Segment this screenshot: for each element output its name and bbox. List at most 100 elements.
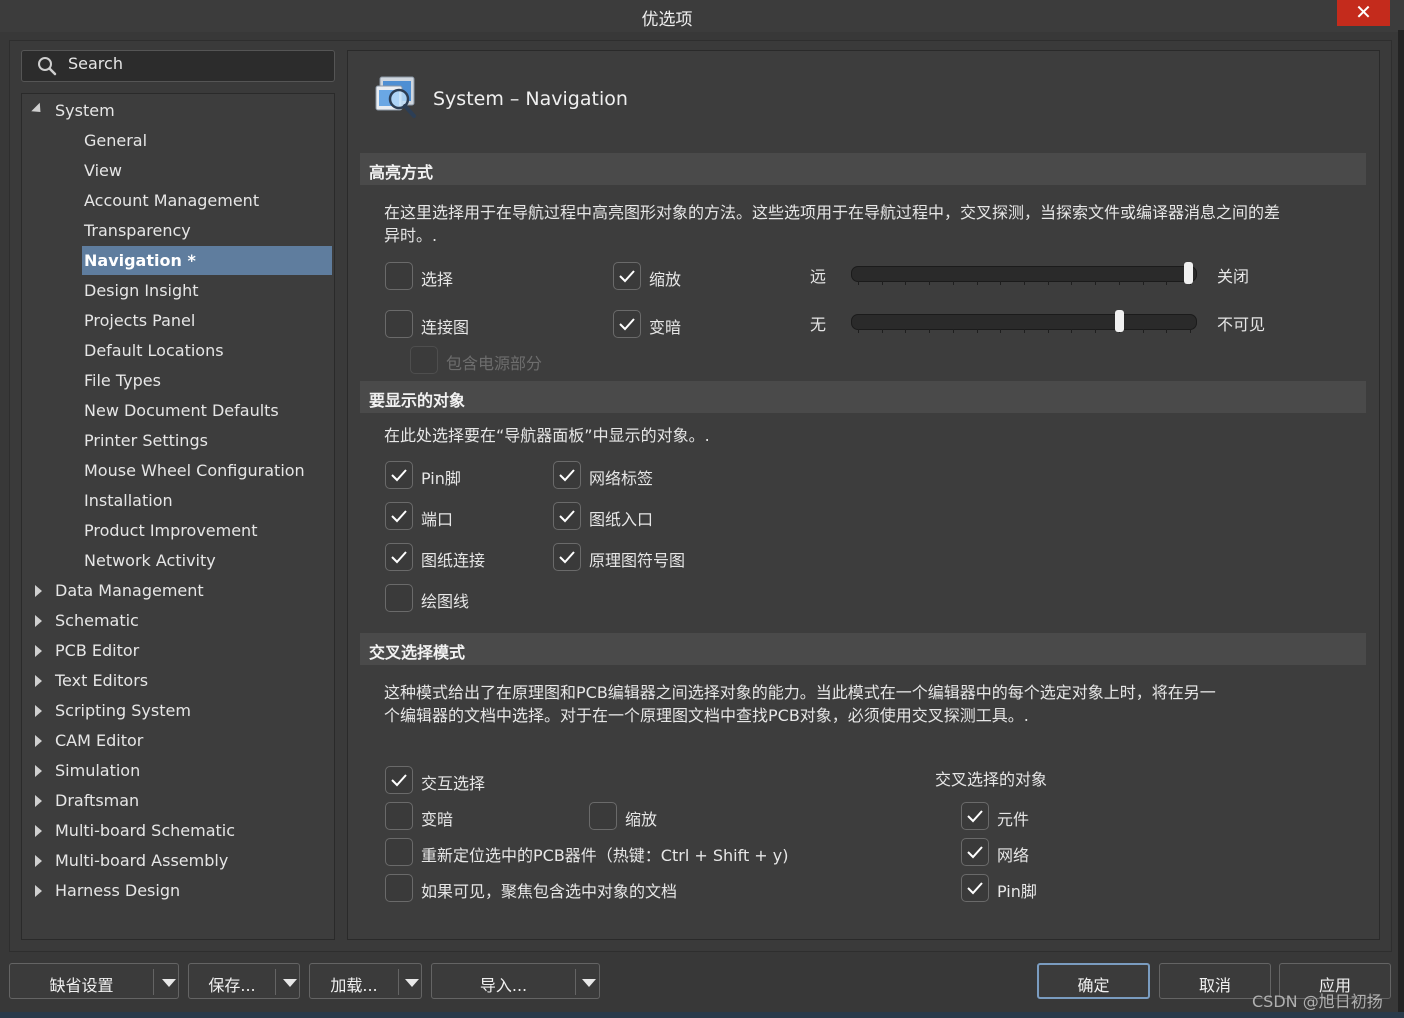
slider-tick — [976, 329, 978, 333]
tree-item-navigation[interactable]: Navigation * — [84, 250, 196, 272]
tree-item-draftsman[interactable]: Draftsman — [55, 790, 139, 812]
section-highlight-header: 高亮方式 — [360, 153, 1366, 185]
drawing-line-checkbox[interactable] — [385, 584, 413, 612]
cross-dim-checkbox[interactable] — [385, 802, 413, 830]
tree-item-printer-settings[interactable]: Printer Settings — [84, 430, 208, 452]
tree-item-account-management[interactable]: Account Management — [84, 190, 259, 212]
port-checkbox[interactable] — [385, 502, 413, 530]
tree-item-product-improvement[interactable]: Product Improvement — [84, 520, 257, 542]
objects-description: 在此处选择要在“导航器面板”中显示的对象。. — [384, 426, 710, 445]
focus-document-checkbox[interactable] — [385, 874, 413, 902]
tree-item-scripting-system[interactable]: Scripting System — [55, 700, 191, 722]
import-button[interactable]: 导入... — [431, 963, 600, 999]
tree-item-new-document-defaults[interactable]: New Document Defaults — [84, 400, 279, 422]
expand-arrow-icon[interactable] — [35, 795, 42, 807]
window-title: 优选项 — [641, 10, 693, 30]
connection-graph-checkbox[interactable] — [385, 310, 413, 338]
expand-arrow-icon[interactable] — [35, 855, 42, 867]
search-input[interactable]: Search — [68, 54, 123, 73]
check-icon — [967, 846, 983, 859]
dim-checkbox[interactable] — [613, 310, 641, 338]
reposition-checkbox[interactable] — [385, 838, 413, 866]
zoom-slider-thumb[interactable] — [1184, 262, 1193, 284]
pins-checkbox[interactable] — [961, 874, 989, 902]
check-icon — [391, 551, 407, 564]
defaults-button[interactable]: 缺省设置 — [9, 963, 179, 999]
section-highlight-title: 高亮方式 — [369, 163, 434, 182]
ok-button[interactable]: 确定 — [1037, 963, 1150, 999]
tree-item-installation[interactable]: Installation — [84, 490, 173, 512]
dim-slider[interactable] — [851, 310, 1197, 333]
expand-arrow-icon[interactable] — [35, 825, 42, 837]
sheet-entry-label: 图纸入口 — [589, 510, 654, 529]
defaults-dropdown[interactable] — [156, 970, 182, 994]
port-label: 端口 — [421, 510, 454, 529]
zoom-slider[interactable] — [851, 262, 1197, 285]
slider-tick — [1000, 329, 1002, 333]
tree-item-schematic[interactable]: Schematic — [55, 610, 139, 632]
separator — [275, 969, 276, 995]
save-button[interactable]: 保存... — [188, 963, 300, 999]
expand-arrow-icon[interactable] — [35, 885, 42, 897]
tree-item-projects-panel[interactable]: Projects Panel — [84, 310, 195, 332]
tree-item-cam-editor[interactable]: CAM Editor — [55, 730, 143, 752]
slider-ticks — [852, 281, 1196, 286]
slider-tick — [1095, 329, 1097, 333]
tree-item-transparency[interactable]: Transparency — [84, 220, 191, 242]
cross-zoom-checkbox[interactable] — [589, 802, 617, 830]
select-checkbox[interactable] — [385, 262, 413, 290]
components-checkbox[interactable] — [961, 802, 989, 830]
pin-checkbox[interactable] — [385, 461, 413, 489]
slider-tick — [952, 281, 954, 285]
expand-arrow-icon[interactable] — [35, 735, 42, 747]
tree-item-system[interactable]: System — [55, 100, 115, 122]
cross-select-checkbox[interactable] — [385, 766, 413, 794]
tree-item-pcb-editor[interactable]: PCB Editor — [55, 640, 139, 662]
tree-item-file-types[interactable]: File Types — [84, 370, 161, 392]
dim-slider-thumb[interactable] — [1114, 310, 1124, 332]
defaults-label: 缺省设置 — [49, 976, 114, 995]
zoom-checkbox[interactable] — [613, 262, 641, 290]
nets-label: 网络 — [997, 846, 1030, 865]
save-dropdown[interactable] — [277, 970, 303, 994]
chevron-down-icon — [582, 979, 596, 987]
tree-item-multi-board-assembly[interactable]: Multi-board Assembly — [55, 850, 228, 872]
check-icon — [391, 469, 407, 482]
expand-arrow-icon[interactable] — [35, 615, 42, 627]
tree-item-simulation[interactable]: Simulation — [55, 760, 140, 782]
connection-graph-label: 连接图 — [421, 318, 470, 337]
sheet-entry-checkbox[interactable] — [553, 502, 581, 530]
load-label: 加载... — [330, 976, 378, 995]
nets-checkbox[interactable] — [961, 838, 989, 866]
slider-tick — [1166, 281, 1168, 285]
page-title: System – Navigation — [433, 88, 628, 110]
slider-tick — [1000, 281, 1002, 285]
check-icon — [559, 510, 575, 523]
net-label-checkbox[interactable] — [553, 461, 581, 489]
drawing-line-label: 绘图线 — [421, 592, 470, 611]
tree-item-mouse-wheel-configuration[interactable]: Mouse Wheel Configuration — [84, 460, 305, 482]
pin-label: Pin脚 — [421, 469, 461, 488]
close-button[interactable]: ✕ — [1337, 0, 1390, 26]
expand-arrow-icon[interactable] — [35, 645, 42, 657]
load-dropdown[interactable] — [399, 970, 425, 994]
expand-arrow-icon[interactable] — [35, 675, 42, 687]
sheet-symbol-checkbox[interactable] — [553, 543, 581, 571]
tree-item-data-management[interactable]: Data Management — [55, 580, 204, 602]
off-sheet-connector-checkbox[interactable] — [385, 543, 413, 571]
tree-item-harness-design[interactable]: Harness Design — [55, 880, 180, 902]
chevron-down-icon — [162, 979, 176, 987]
expand-arrow-icon[interactable] — [35, 585, 42, 597]
tree-item-general[interactable]: General — [84, 130, 147, 152]
tree-item-view[interactable]: View — [84, 160, 122, 182]
tree-item-design-insight[interactable]: Design Insight — [84, 280, 199, 302]
import-dropdown[interactable] — [576, 970, 602, 994]
check-icon — [967, 882, 983, 895]
tree-item-network-activity[interactable]: Network Activity — [84, 550, 216, 572]
expand-arrow-icon[interactable] — [35, 705, 42, 717]
expand-arrow-icon[interactable] — [35, 765, 42, 777]
load-button[interactable]: 加载... — [309, 963, 422, 999]
tree-item-text-editors[interactable]: Text Editors — [55, 670, 148, 692]
tree-item-default-locations[interactable]: Default Locations — [84, 340, 224, 362]
tree-item-multi-board-schematic[interactable]: Multi-board Schematic — [55, 820, 235, 842]
